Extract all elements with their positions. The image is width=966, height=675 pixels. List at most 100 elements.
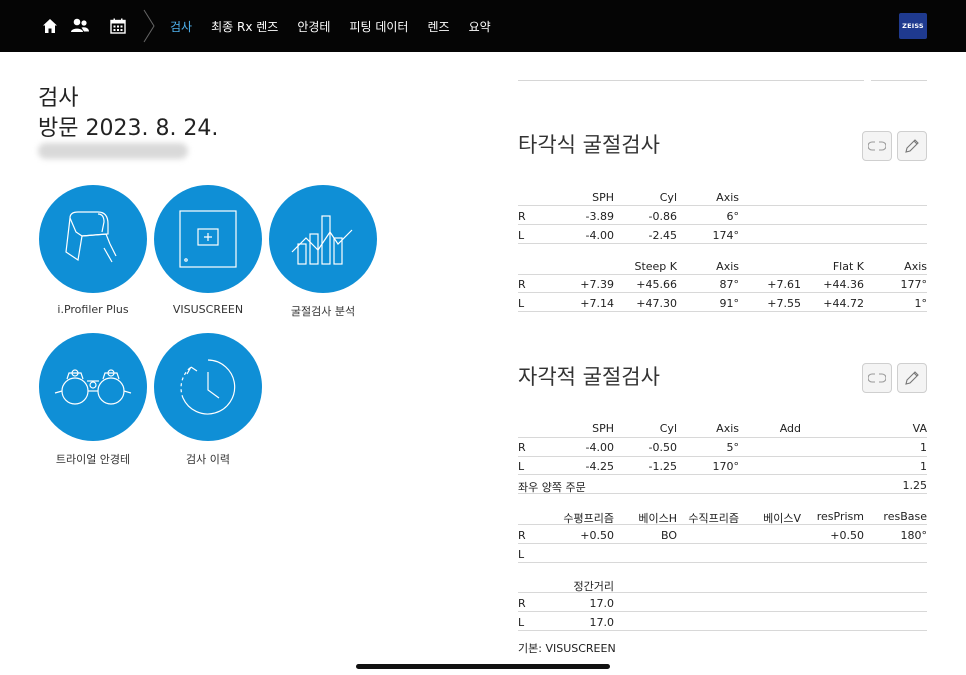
table-cell: +0.50 [830, 529, 864, 542]
eye-label: R [518, 210, 526, 223]
row-divider [518, 311, 927, 312]
tab-lens[interactable]: 렌즈 [427, 18, 449, 35]
table-cell: 91° [719, 297, 740, 310]
refraction-analysis-tile[interactable] [269, 185, 377, 293]
table-cell: -4.00 [585, 441, 614, 454]
home-indicator[interactable] [356, 664, 610, 669]
table-cell: 1 [920, 460, 927, 473]
row-divider [518, 292, 927, 293]
users-icon[interactable] [68, 14, 92, 38]
table-cell: -4.00 [585, 229, 614, 242]
table-cell: 87° [719, 278, 740, 291]
pencil-icon [905, 139, 919, 153]
column-header: Cyl [659, 422, 677, 435]
table-cell: +44.36 [823, 278, 864, 291]
row-divider [518, 630, 927, 631]
row-divider [518, 456, 927, 457]
table-cell: 1° [914, 297, 928, 310]
tab-frame[interactable]: 안경테 [297, 18, 330, 35]
tab-exam[interactable]: 검사 [170, 18, 192, 35]
page-title: 검사 [38, 86, 79, 111]
trial-frame-tile[interactable] [39, 333, 147, 441]
eye-label: L [518, 229, 525, 242]
table-cell: BO [660, 529, 677, 542]
link-button[interactable] [862, 131, 892, 161]
tab-summary[interactable]: 요약 [469, 18, 491, 35]
table-cell: -2.45 [648, 229, 677, 242]
eye-label: L [518, 460, 525, 473]
edit-button[interactable] [897, 363, 927, 393]
redacted-patient-name [38, 143, 188, 159]
table-cell: -0.86 [648, 210, 677, 223]
row-divider [518, 592, 927, 593]
table-cell: -0.50 [648, 441, 677, 454]
tab-fitting-data[interactable]: 피팅 데이터 [349, 18, 408, 35]
column-header: Add [779, 422, 801, 435]
visuscreen-tile[interactable] [154, 185, 262, 293]
calendar-icon[interactable] [106, 14, 130, 38]
data-source-note: 기본: VISUSCREEN [518, 642, 616, 655]
table-cell: 17.0 [589, 597, 615, 610]
table-cell: -1.25 [648, 460, 677, 473]
visuscreen-icon [179, 210, 237, 268]
row-divider [518, 611, 927, 612]
link-icon [868, 141, 886, 151]
column-header: Axis [716, 260, 739, 273]
column-header: resBase [883, 510, 927, 523]
eye-label: L [518, 616, 525, 629]
exam-history-tile[interactable] [154, 333, 262, 441]
column-header: SPH [592, 191, 614, 204]
table-cell: +7.55 [767, 297, 801, 310]
row-divider [518, 493, 927, 494]
binocular-va: 1.25 [902, 479, 928, 492]
row-divider [518, 274, 927, 275]
table-cell: 177° [900, 278, 928, 291]
table-cell: 6° [726, 210, 740, 223]
row-divider [518, 543, 927, 544]
row-divider [518, 474, 927, 475]
top-divider [871, 80, 927, 81]
column-header: Axis [716, 191, 739, 204]
top-nav-bar: 검사 최종 Rx 렌즈 안경테 피팅 데이터 렌즈 요약 ZEISS [0, 0, 966, 52]
link-icon [868, 373, 886, 383]
table-cell: +7.14 [580, 297, 614, 310]
subjective-refraction-title: 자각적 굴절검사 [518, 365, 660, 389]
top-divider [518, 80, 864, 81]
objective-refraction-title: 타각식 굴절검사 [518, 133, 660, 157]
row-divider [518, 524, 927, 525]
iprofiler-device-icon [65, 211, 117, 263]
home-icon[interactable] [38, 14, 62, 38]
table-cell: 5° [726, 441, 740, 454]
eye-label: R [518, 597, 526, 610]
table-cell: 170° [712, 460, 740, 473]
column-header: Axis [904, 260, 927, 273]
table-cell: +7.39 [580, 278, 614, 291]
eye-label: R [518, 529, 526, 542]
column-header: Steep K [634, 260, 677, 273]
analysis-chart-icon [291, 215, 353, 265]
edit-button[interactable] [897, 131, 927, 161]
column-header: Cyl [659, 191, 677, 204]
table-cell: 180° [900, 529, 928, 542]
link-button[interactable] [862, 363, 892, 393]
breadcrumb-chevron-icon [143, 9, 155, 43]
table-cell: +0.50 [580, 529, 614, 542]
trial-frame-icon [54, 369, 132, 405]
table-cell: +44.72 [823, 297, 864, 310]
row-divider [518, 437, 927, 438]
refraction-analysis-label: 굴절검사 분석 [290, 305, 356, 318]
column-header: Flat K [832, 260, 864, 273]
row-divider [518, 562, 927, 563]
column-header: resPrism [816, 510, 864, 523]
eye-label: L [518, 548, 525, 561]
column-header: SPH [592, 422, 614, 435]
pencil-icon [905, 371, 919, 385]
row-divider [518, 243, 927, 244]
table-cell: +47.30 [636, 297, 677, 310]
table-cell: 17.0 [589, 616, 615, 629]
column-header: VA [912, 422, 927, 435]
tab-final-rx-lens[interactable]: 최종 Rx 렌즈 [211, 18, 278, 35]
table-cell: -3.89 [585, 210, 614, 223]
iprofiler-tile[interactable] [39, 185, 147, 293]
table-cell: -4.25 [585, 460, 614, 473]
